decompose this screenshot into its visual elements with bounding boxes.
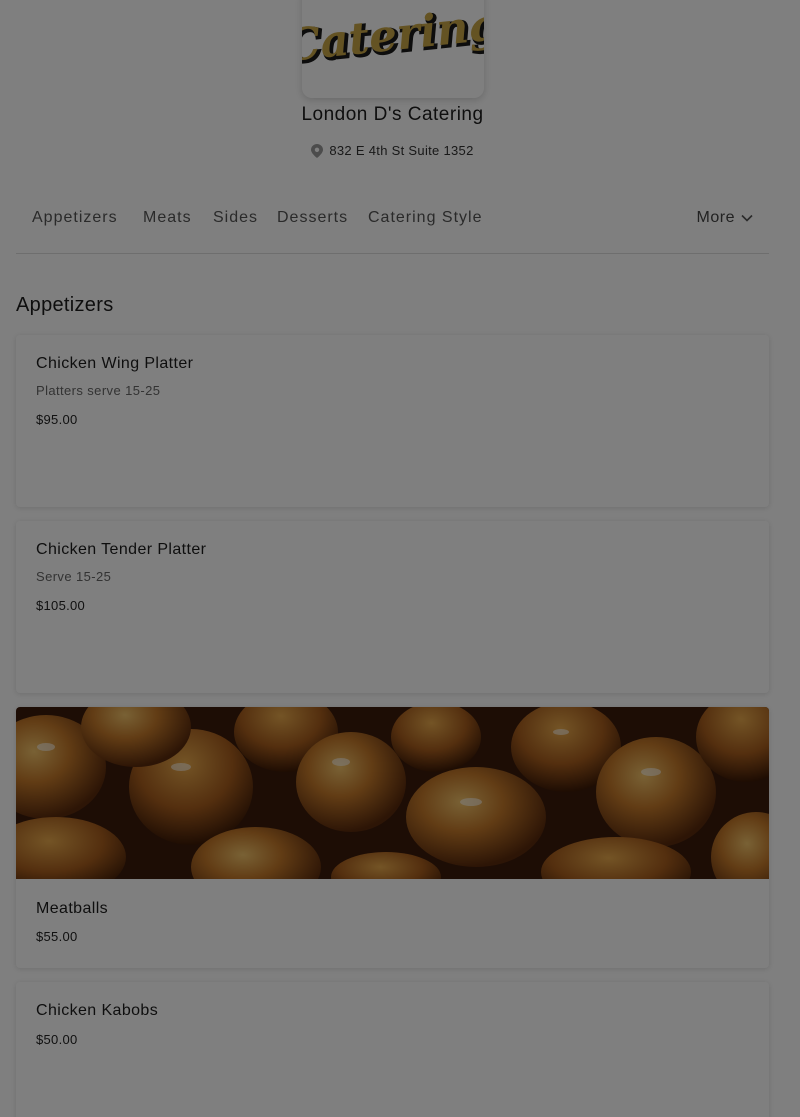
menu-page: Catering Catering London D's Catering 83… bbox=[0, 0, 800, 1117]
modal-overlay[interactable] bbox=[0, 0, 800, 1117]
